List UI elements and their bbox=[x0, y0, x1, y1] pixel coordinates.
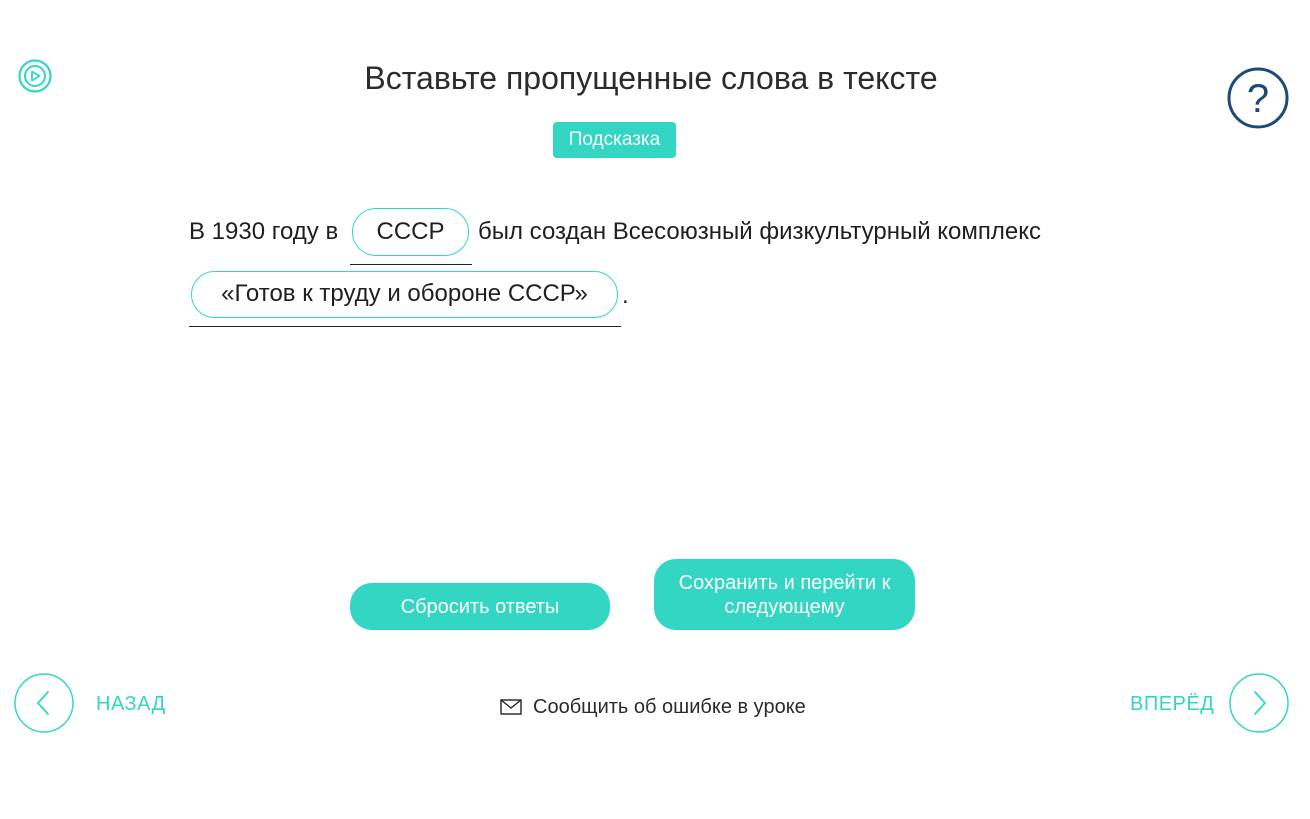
sentence-text-part-2: был создан Всесоюзный физкультурный комп… bbox=[478, 218, 1042, 245]
envelope-icon bbox=[500, 699, 522, 715]
save-button-line-1: Сохранить и перейти к bbox=[678, 571, 891, 594]
answer-slot-2[interactable]: «Готов к труду и обороне СССР» bbox=[189, 271, 621, 327]
lesson-page: Вставьте пропущенные слова в тексте ? По… bbox=[0, 0, 1310, 819]
report-error-link[interactable]: Сообщить об ошибке в уроке bbox=[500, 694, 806, 720]
chevron-right-icon[interactable] bbox=[1229, 673, 1289, 733]
save-and-next-button[interactable]: Сохранить и перейти к следующему bbox=[654, 559, 915, 630]
page-title: Вставьте пропущенные слова в тексте bbox=[364, 60, 938, 96]
save-button-line-2: следующему bbox=[724, 595, 845, 618]
svg-text:?: ? bbox=[1247, 77, 1269, 121]
chevron-left-icon[interactable] bbox=[14, 673, 74, 733]
sentence-text-part-3: . bbox=[622, 282, 629, 309]
sentence-text-part-1: В 1930 году в bbox=[189, 218, 339, 245]
reset-answers-button[interactable]: Сбросить ответы bbox=[350, 583, 610, 630]
forward-link[interactable]: ВПЕРЁД bbox=[1130, 692, 1214, 716]
report-error-label: Сообщить об ошибке в уроке bbox=[533, 696, 806, 718]
hint-button[interactable]: Подсказка bbox=[553, 122, 676, 158]
question-mark-icon[interactable]: ? bbox=[1227, 67, 1289, 129]
answer-chip-2[interactable]: «Готов к труду и обороне СССР» bbox=[191, 271, 618, 318]
back-link[interactable]: НАЗАД bbox=[96, 692, 166, 716]
answer-slot-1[interactable]: СССР bbox=[350, 208, 472, 265]
answer-chip-1[interactable]: СССР bbox=[352, 208, 469, 256]
